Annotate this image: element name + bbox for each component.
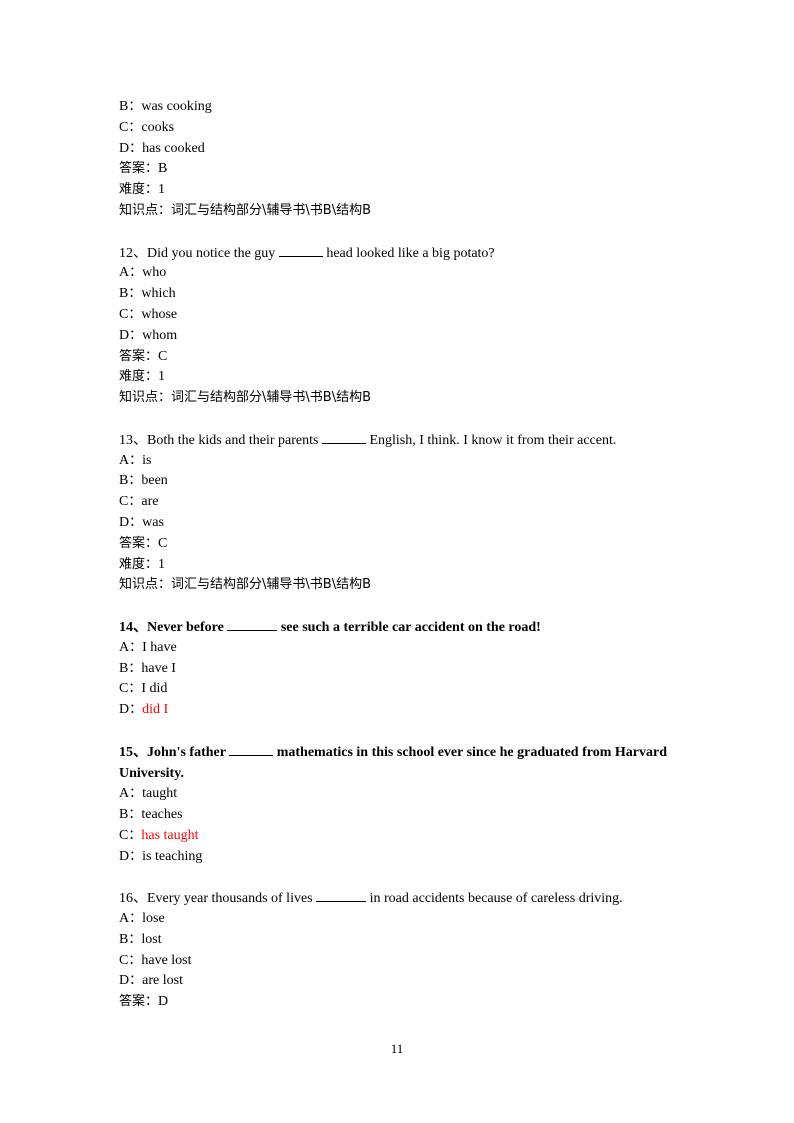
page-number: 11 [390, 1041, 404, 1056]
difficulty-line: 难度：1 [119, 369, 166, 385]
option-c: C：are [119, 494, 159, 510]
option-d: D：whom [119, 327, 178, 343]
option-a: A：who [119, 265, 167, 281]
option-a: A：I have [119, 639, 177, 655]
document-page: B：was cooking C：cooks D：has cooked 答案：B … [0, 0, 794, 1123]
difficulty-line: 难度：1 [119, 556, 166, 572]
answer-blank [321, 430, 366, 444]
option-d: D：is teaching [119, 848, 203, 864]
question-12: 12、Did you notice the guy head looked li… [119, 243, 679, 409]
answer-blank [229, 742, 274, 756]
question-stem: 16、Every year thousands of lives in road… [119, 888, 679, 909]
option-c: C：whose [119, 306, 178, 322]
question-14: 14、Never before see such a terrible car … [119, 617, 679, 721]
page-content: B：was cooking C：cooks D：has cooked 答案：B … [119, 97, 679, 1013]
question-stem: 15、John's father mathematics in this sch… [119, 742, 679, 785]
option-c: C：I did [119, 681, 168, 697]
answer-blank [227, 617, 278, 631]
question-stem: 13、Both the kids and their parents Engli… [119, 430, 679, 451]
option-b: B：have I [119, 660, 176, 676]
answer-blank [316, 888, 367, 903]
knowledge-line: 知识点：词汇与结构部分\辅导书\书B\结构B [119, 202, 371, 218]
answer-line: 答案：C [119, 535, 168, 551]
question-16: 16、Every year thousands of lives in road… [119, 888, 679, 1013]
knowledge-line: 知识点：词汇与结构部分\辅导书\书B\结构B [119, 577, 371, 593]
question-stem: 14、Never before see such a terrible car … [119, 617, 679, 638]
option-a: A：is [119, 452, 152, 468]
option-c: C：cooks [119, 119, 175, 135]
option-d-correct: D：did I [119, 702, 169, 718]
option-d: D：has cooked [119, 140, 205, 156]
option-b: B：teaches [119, 807, 183, 823]
question-15: 15、John's father mathematics in this sch… [119, 742, 679, 868]
option-a: A：lose [119, 911, 165, 927]
question-13: 13、Both the kids and their parents Engli… [119, 430, 679, 596]
answer-line: 答案：D [119, 994, 169, 1010]
question-11-continued: B：was cooking C：cooks D：has cooked 答案：B … [119, 97, 679, 222]
knowledge-line: 知识点：词汇与结构部分\辅导书\书B\结构B [119, 390, 371, 406]
question-stem: 12、Did you notice the guy head looked li… [119, 243, 679, 264]
option-b: B：was cooking [119, 99, 212, 114]
option-d: D：was [119, 514, 164, 530]
option-c: C：have lost [119, 952, 192, 968]
option-a: A：taught [119, 786, 178, 802]
option-d: D：are lost [119, 973, 183, 989]
difficulty-line: 难度：1 [119, 182, 166, 198]
highlighted-answer: has taught [141, 827, 199, 843]
option-b: B：lost [119, 931, 162, 947]
answer-line: 答案：C [119, 348, 168, 364]
highlighted-answer: did I [142, 702, 169, 718]
option-b: B：which [119, 286, 176, 302]
option-c-correct: C：has taught [119, 827, 199, 843]
option-b: B：been [119, 473, 168, 489]
answer-line: 答案：B [119, 161, 168, 177]
answer-blank [278, 243, 323, 257]
